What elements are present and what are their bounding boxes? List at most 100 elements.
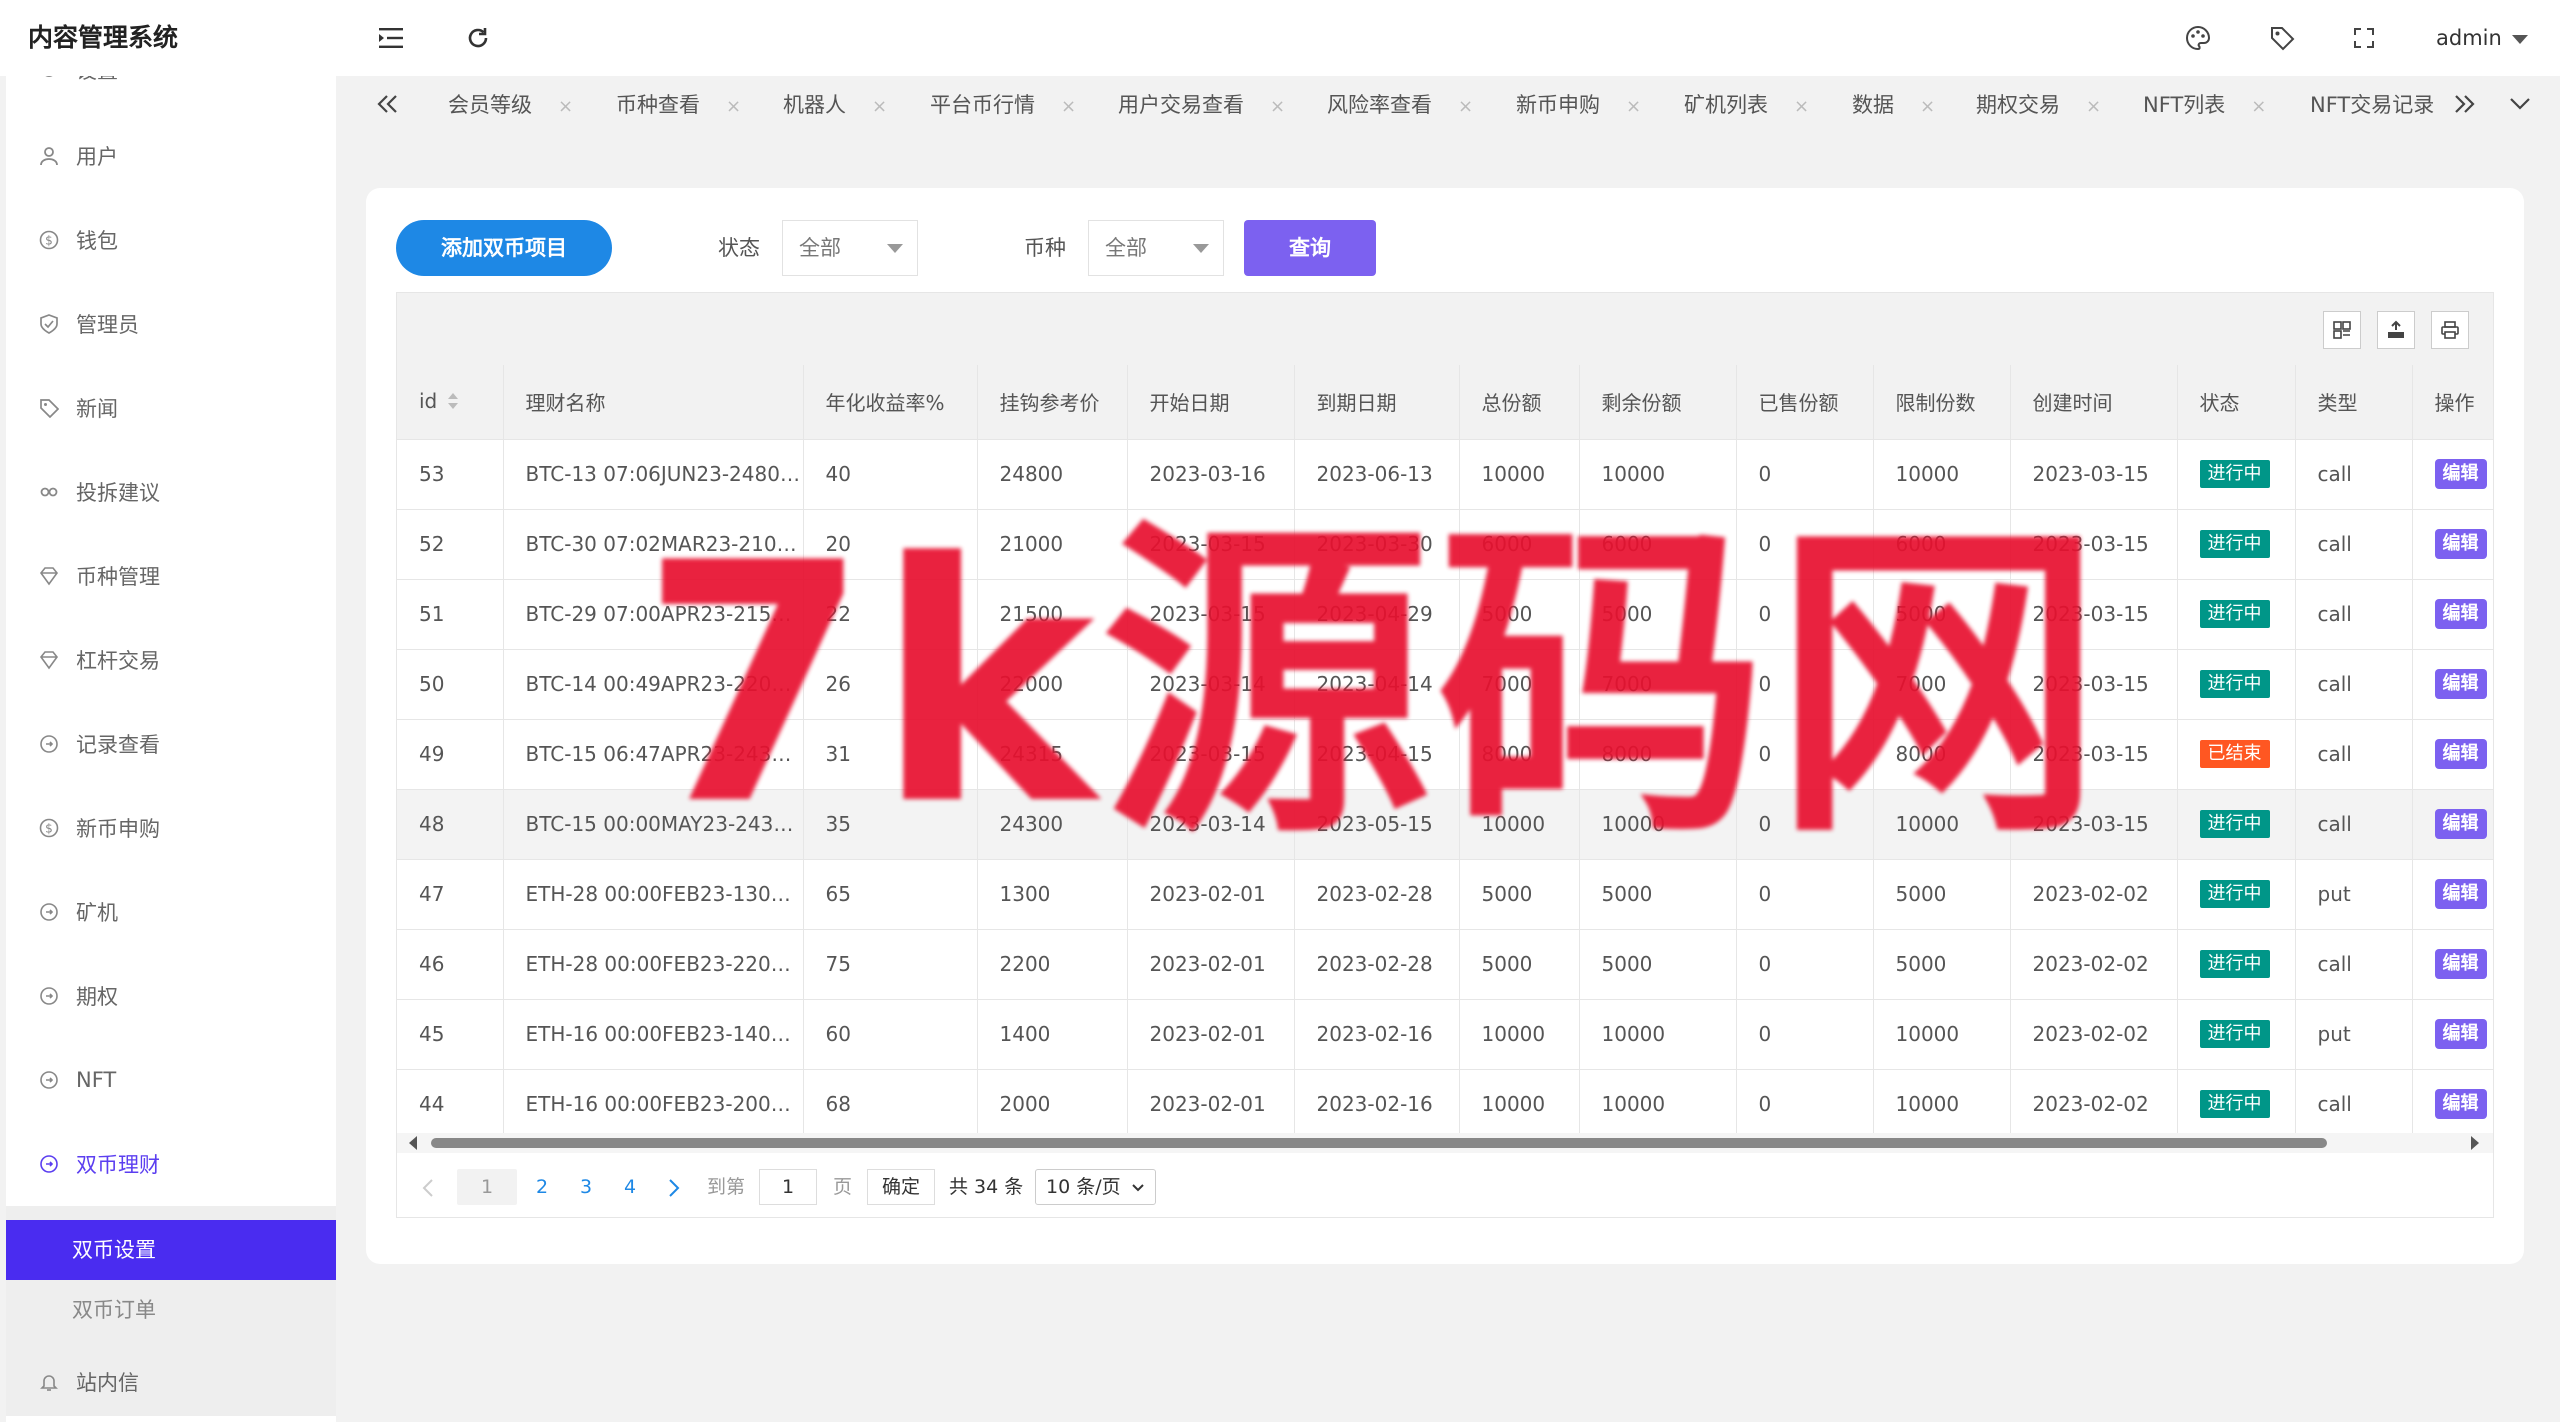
goto-page-input[interactable]: 1 <box>759 1169 817 1205</box>
sidebar-item-dual-coin[interactable]: 双币理财 <box>6 1134 336 1194</box>
tab-risk-rate[interactable]: 风险率查看 × <box>1327 76 1473 134</box>
next-page-icon[interactable] <box>661 1169 687 1205</box>
tab-robot[interactable]: 机器人 × <box>783 76 887 134</box>
sidebar: 设置 用户 $ 钱包 管理员 新闻 投拆建议 币种管理 杠杆交易 记录查看 $ … <box>6 76 336 1422</box>
goto-confirm-button[interactable]: 确定 <box>867 1169 936 1205</box>
sidebar-item-records[interactable]: 记录查看 <box>6 714 336 774</box>
submenu-item-dual-orders[interactable]: 双币订单 <box>6 1280 336 1340</box>
tab-new-coin[interactable]: 新币申购 × <box>1516 76 1641 134</box>
tab-coin-view[interactable]: 币种查看 × <box>616 76 741 134</box>
refresh-icon[interactable] <box>460 20 496 56</box>
print-icon[interactable] <box>2431 311 2469 349</box>
column-header-remain: 剩余份额 <box>1579 365 1737 440</box>
add-dual-coin-button[interactable]: 添加双币项目 <box>396 220 612 276</box>
edit-button[interactable]: 编辑 <box>2434 739 2487 769</box>
sidebar-item-news[interactable]: 新闻 <box>6 378 336 438</box>
close-icon[interactable]: × <box>558 96 573 117</box>
close-icon[interactable]: × <box>2251 96 2266 117</box>
edit-button[interactable]: 编辑 <box>2434 1019 2487 1049</box>
coin-select[interactable]: 全部 <box>1088 220 1224 276</box>
sidebar-item-admin[interactable]: 管理员 <box>6 294 336 354</box>
cell-actions: 编辑 <box>2412 789 2494 860</box>
scroll-right-icon[interactable] <box>2471 1136 2479 1150</box>
page-size-select[interactable]: 10 条/页 <box>1035 1169 1156 1205</box>
page-2[interactable]: 2 <box>525 1169 559 1205</box>
page-3[interactable]: 3 <box>569 1169 603 1205</box>
table-row[interactable]: 46 ETH-28 00:00FEB23-2200-C 75 2200 2023-02-… <box>397 929 2494 1000</box>
page-1[interactable]: 1 <box>457 1169 517 1205</box>
close-icon[interactable]: × <box>1458 96 1473 117</box>
cell-sold: 0 <box>1736 1069 1874 1140</box>
table-row[interactable]: 45 ETH-16 00:00FEB23-1400-P 60 1400 2023-02-… <box>397 999 2494 1070</box>
sidebar-item-feedback[interactable]: 投拆建议 <box>6 462 336 522</box>
query-button[interactable]: 查询 <box>1244 220 1376 276</box>
tab-miner-list[interactable]: 矿机列表 × <box>1684 76 1809 134</box>
tab-nft-trades[interactable]: NFT交易记录 <box>2310 76 2434 134</box>
column-header-id[interactable]: id <box>397 365 504 440</box>
tab-nft-list[interactable]: NFT列表 × <box>2143 76 2266 134</box>
tabs-dropdown-icon[interactable] <box>2500 84 2540 124</box>
prev-page-icon[interactable] <box>415 1169 441 1205</box>
sidebar-item-label: 钱包 <box>76 229 118 253</box>
cell-id: 45 <box>397 999 504 1070</box>
scroll-left-icon[interactable] <box>409 1136 417 1150</box>
submenu-item-dual-settings[interactable]: 双币设置 <box>6 1220 336 1280</box>
edit-button[interactable]: 编辑 <box>2434 599 2487 629</box>
close-icon[interactable]: × <box>1794 96 1809 117</box>
tab-data[interactable]: 数据 × <box>1852 76 1935 134</box>
close-icon[interactable]: × <box>2086 96 2101 117</box>
fullscreen-icon[interactable] <box>2346 20 2382 56</box>
edit-button[interactable]: 编辑 <box>2434 879 2487 909</box>
user-menu[interactable]: admin <box>2436 20 2528 56</box>
column-header-name: 理财名称 <box>503 365 804 440</box>
close-icon[interactable]: × <box>1626 96 1641 117</box>
sidebar-item-nft[interactable]: NFT <box>6 1050 336 1110</box>
sidebar-item-options[interactable]: 期权 <box>6 966 336 1026</box>
table-row[interactable]: 44 ETH-16 00:00FEB23-2000-C 68 2000 2023-02-… <box>397 1069 2494 1140</box>
edit-button[interactable]: 编辑 <box>2434 949 2487 979</box>
bell-icon <box>36 1369 62 1395</box>
sort-icon[interactable] <box>447 391 459 415</box>
edit-button[interactable]: 编辑 <box>2434 459 2487 489</box>
tabs-scroll-left-icon[interactable] <box>368 84 408 124</box>
sidebar-item-settings[interactable]: 设置 <box>6 76 336 100</box>
edit-button[interactable]: 编辑 <box>2434 809 2487 839</box>
page-4[interactable]: 4 <box>613 1169 647 1205</box>
horizontal-scrollbar[interactable] <box>397 1133 2493 1153</box>
tab-user-trades[interactable]: 用户交易查看 × <box>1118 76 1285 134</box>
sidebar-item-miner[interactable]: 矿机 <box>6 882 336 942</box>
cell-total: 10000 <box>1459 999 1580 1070</box>
menu-toggle-icon[interactable] <box>374 20 410 56</box>
edit-button[interactable]: 编辑 <box>2434 529 2487 559</box>
close-icon[interactable]: × <box>872 96 887 117</box>
cell-total: 10000 <box>1459 1069 1580 1140</box>
close-icon[interactable]: × <box>1061 96 1076 117</box>
sidebar-item-new-coin[interactable]: $ 新币申购 <box>6 798 336 858</box>
cell-type: call <box>2295 509 2413 580</box>
status-select[interactable]: 全部 <box>782 220 918 276</box>
columns-icon[interactable] <box>2323 311 2361 349</box>
tab-options-trading[interactable]: 期权交易 × <box>1976 76 2101 134</box>
sidebar-item-leverage[interactable]: 杠杆交易 <box>6 630 336 690</box>
sidebar-item-wallet[interactable]: $ 钱包 <box>6 210 336 270</box>
tab-platform-market[interactable]: 平台币行情 × <box>930 76 1076 134</box>
sidebar-item-messages[interactable]: 站内信 <box>6 1352 336 1412</box>
sidebar-item-coin-management[interactable]: 币种管理 <box>6 546 336 606</box>
table-toolbar <box>397 293 2493 365</box>
sidebar-item-label: 站内信 <box>76 1371 139 1395</box>
export-icon[interactable] <box>2377 311 2415 349</box>
sidebar-item-users[interactable]: 用户 <box>6 126 336 186</box>
theme-icon[interactable] <box>2180 20 2216 56</box>
edit-button[interactable]: 编辑 <box>2434 669 2487 699</box>
tabs-scroll-right-icon[interactable] <box>2444 84 2484 124</box>
close-icon[interactable]: × <box>1270 96 1285 117</box>
tab-member-level[interactable]: 会员等级 × <box>448 76 573 134</box>
scrollbar-thumb[interactable] <box>431 1138 2327 1148</box>
close-icon[interactable]: × <box>1920 96 1935 117</box>
cell-status: 进行中 <box>2177 929 2296 1000</box>
column-header-total: 总份额 <box>1459 365 1580 440</box>
edit-button[interactable]: 编辑 <box>2434 1089 2487 1119</box>
cell-name: ETH-16 00:00FEB23-1400-P <box>503 999 804 1070</box>
close-icon[interactable]: × <box>726 96 741 117</box>
tag-icon[interactable] <box>2264 20 2300 56</box>
